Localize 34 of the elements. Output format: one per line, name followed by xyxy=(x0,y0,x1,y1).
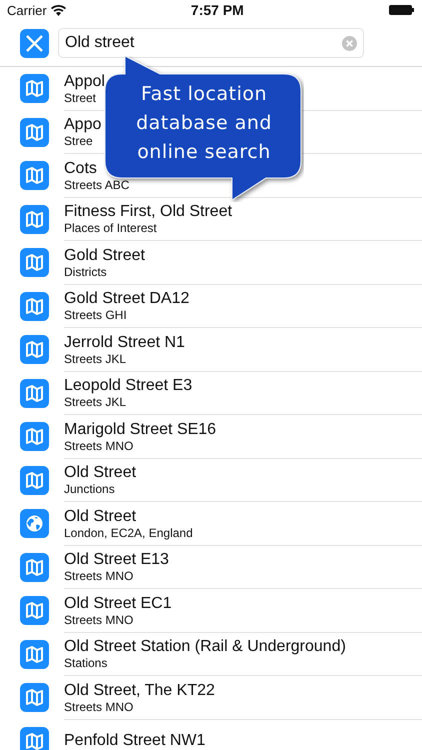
result-subtitle: Places of Interest xyxy=(64,221,157,236)
result-subtitle: Streets MNO xyxy=(64,700,134,714)
result-subtitle: Streets ABC xyxy=(64,178,130,192)
carrier-label: Carrier xyxy=(7,2,47,18)
result-title: Leopold Street E3 xyxy=(64,376,192,396)
result-subtitle: Streets MNO xyxy=(64,569,134,584)
result-title: Gold Street DA12 xyxy=(64,289,190,308)
result-title: Marigold Street SE16 xyxy=(64,420,216,439)
result-title: Old Street xyxy=(64,506,136,526)
result-title: Gold Street xyxy=(64,246,145,265)
result-subtitle: Streets MNO xyxy=(64,438,134,453)
callout-text: Fast location database and online search xyxy=(135,82,273,165)
result-subtitle: Streets GHI xyxy=(64,308,127,322)
status-time: 7:57 PM xyxy=(190,2,244,18)
result-subtitle: Stree xyxy=(64,134,93,148)
result-subtitle: Junctions xyxy=(64,482,115,496)
result-title: Appol xyxy=(64,72,105,91)
result-title: Old Street Station (Rail & Underground) xyxy=(64,637,346,656)
result-title: Appo xyxy=(64,115,102,134)
result-title: Jerrold Street N1 xyxy=(64,332,185,352)
result-title: Old Street EC1 xyxy=(64,594,172,613)
result-title: Old Street xyxy=(64,463,136,482)
result-subtitle: Districts xyxy=(64,264,107,279)
result-title: Penfold Street NW1 xyxy=(64,731,206,750)
result-subtitle: Stations xyxy=(64,656,108,670)
result-title: Old Street E13 xyxy=(64,550,169,570)
result-subtitle: Streets JKL xyxy=(64,352,126,366)
result-subtitle: Streets JKL xyxy=(64,395,126,410)
result-subtitle: Street xyxy=(64,90,96,105)
result-title: Cots xyxy=(64,158,97,178)
result-title: Fitness First, Old Street xyxy=(64,202,232,222)
result-subtitle: London, EC2A, England xyxy=(64,526,193,540)
result-subtitle: Streets MNO xyxy=(64,612,134,627)
result-title: Old Street, The KT22 xyxy=(64,680,215,700)
